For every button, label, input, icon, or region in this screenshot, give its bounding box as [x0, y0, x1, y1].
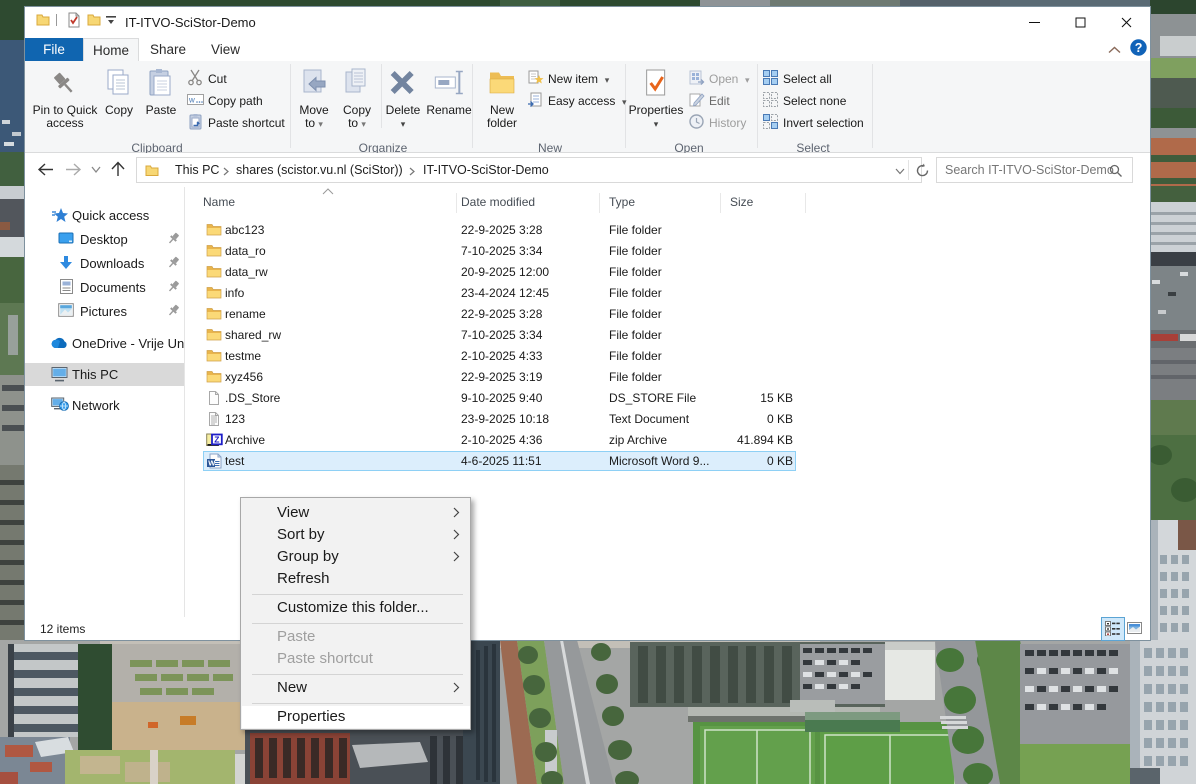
svg-text:?: ? — [1135, 41, 1143, 55]
svg-text:Z: Z — [214, 435, 219, 445]
svg-text:w: w — [188, 96, 195, 105]
svg-text:W: W — [208, 459, 216, 468]
